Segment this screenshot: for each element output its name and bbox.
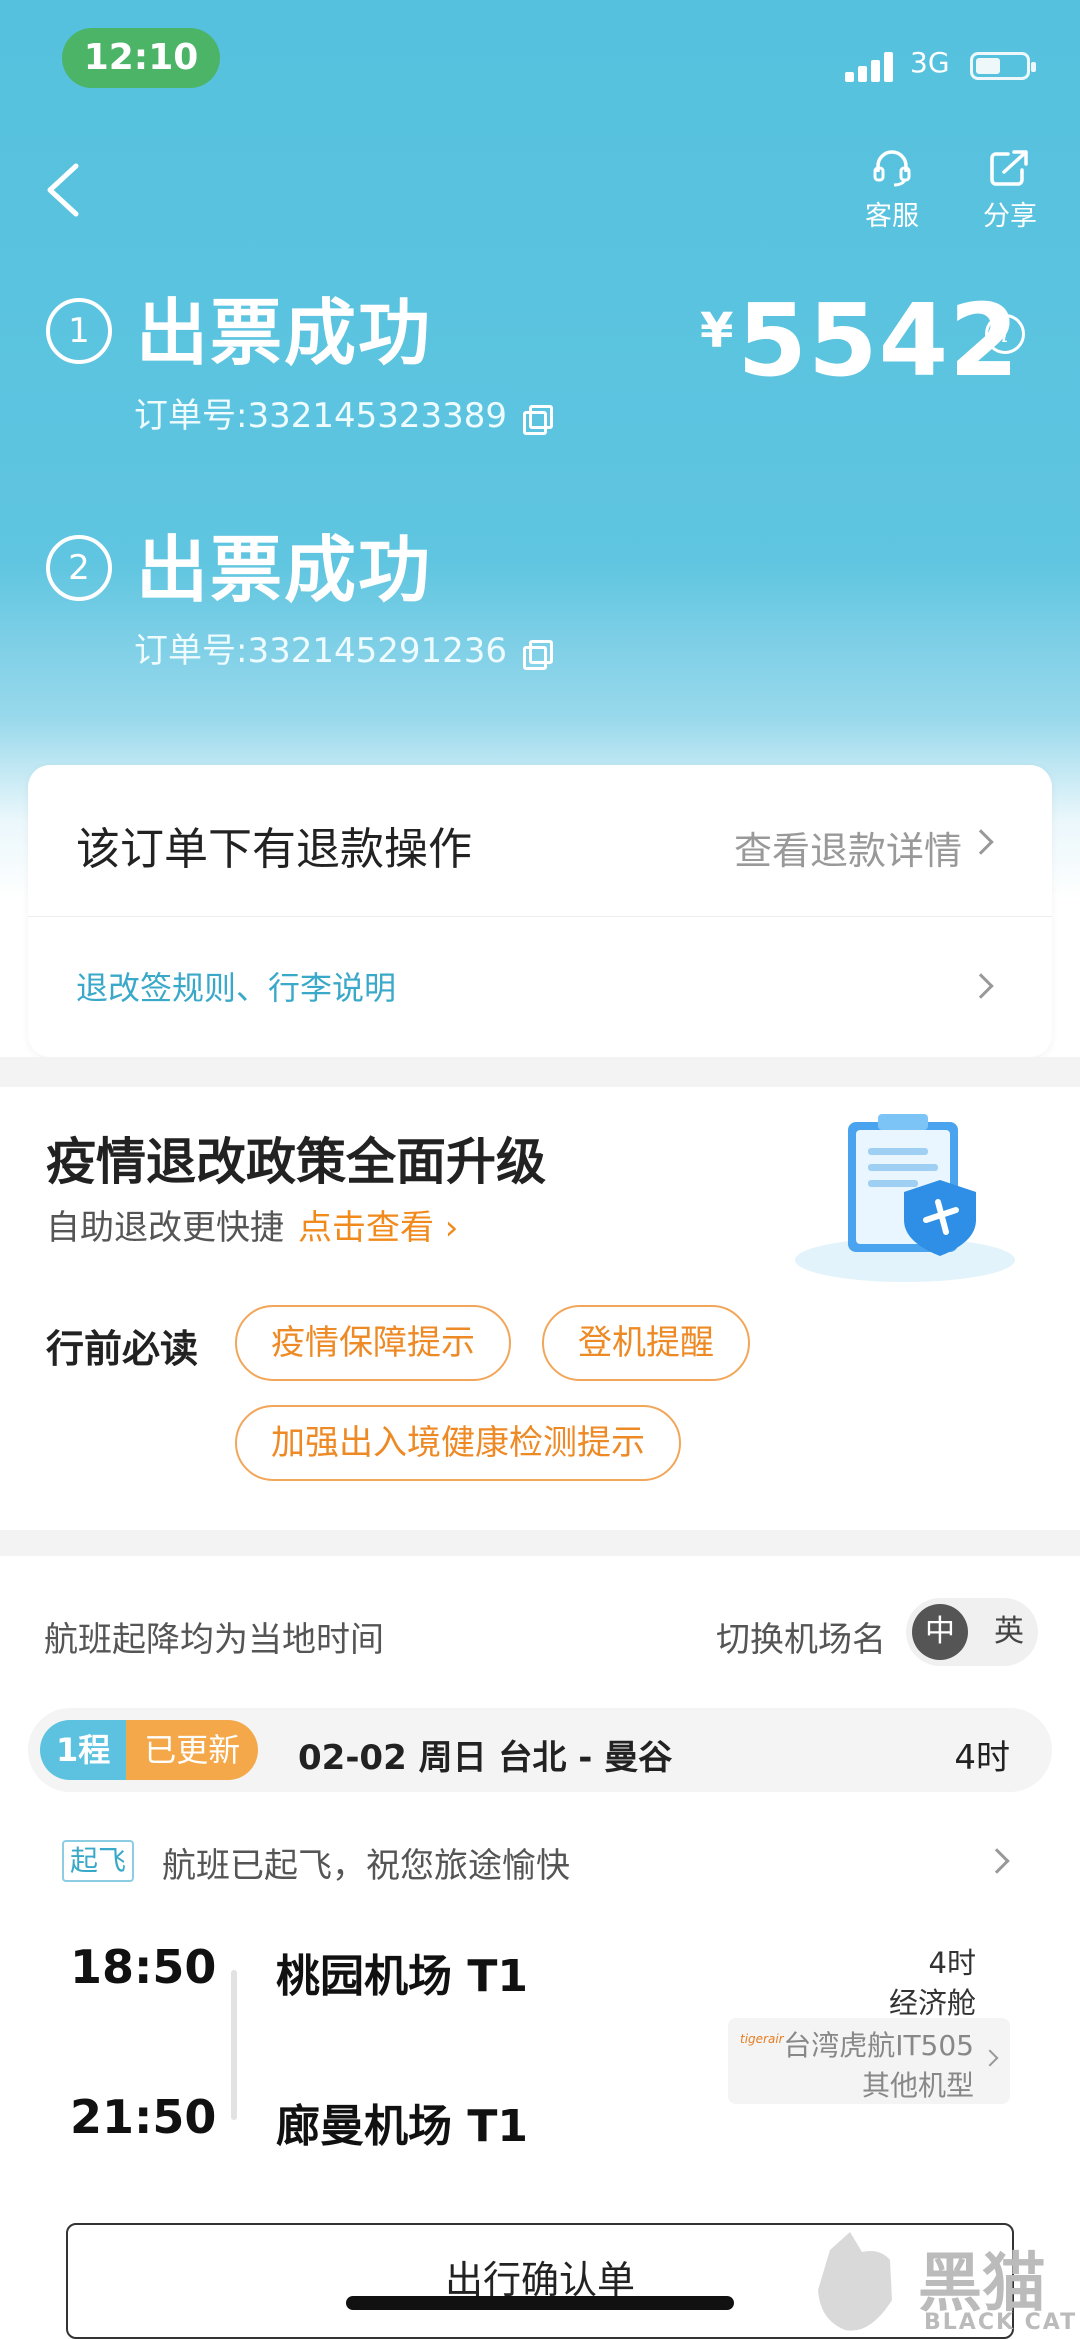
back-icon[interactable] xyxy=(40,160,90,220)
order-number-1[interactable]: 订单号:332145323389 xyxy=(134,388,554,437)
share-icon xyxy=(990,150,1028,186)
switch-airport-label: 切换机场名 xyxy=(716,1620,886,1660)
order-number-2[interactable]: 订单号:332145291236 xyxy=(134,623,554,672)
departure-time: 18:50 xyxy=(70,1940,217,1994)
updated-badge: 已更新 xyxy=(126,1720,259,1780)
price-amount: 5542 xyxy=(737,282,1020,399)
carrier-name: 台湾虎航IT505 xyxy=(783,2029,974,2062)
status-time: 12:10 xyxy=(62,28,220,88)
flight-duration: 4时 xyxy=(928,1946,976,1980)
customer-service-label: 客服 xyxy=(865,201,919,232)
departure-airport: 桃园机场 T1 xyxy=(276,1951,528,2002)
divider xyxy=(0,1057,1080,1087)
chevron-right-icon xyxy=(968,829,994,855)
timeline xyxy=(231,1970,237,2120)
policy-subtitle: 自助退改更快捷 xyxy=(46,1208,284,1248)
battery-icon xyxy=(970,52,1036,80)
order-status-1: 出票成功 xyxy=(136,291,433,375)
order-index-1: 1 xyxy=(46,298,112,364)
rules-link[interactable]: 退改签规则、行李说明 xyxy=(76,963,396,1009)
customer-service-button[interactable]: 客服 xyxy=(852,148,932,233)
refund-title: 该订单下有退款操作 xyxy=(76,824,472,875)
trip-info: 02-02 周日 台北 - 曼谷 xyxy=(298,1738,673,1778)
language-toggle[interactable]: 中 英 xyxy=(906,1598,1038,1666)
order-index-2: 2 xyxy=(46,535,112,601)
trip-segment-badge: 1程 已更新 xyxy=(40,1720,259,1780)
watermark-en: BLACK CAT xyxy=(924,2310,1078,2335)
carrier-info[interactable]: tigerair 台湾虎航IT505 其他机型 xyxy=(728,2018,1010,2104)
trip-duration: 4时 xyxy=(954,1738,1010,1778)
policy-title: 疫情退改政策全面升级 xyxy=(46,1133,546,1191)
order-status-2: 出票成功 xyxy=(136,528,433,612)
chevron-right-icon xyxy=(968,973,994,999)
health-check-pill[interactable]: 加强出入境健康检测提示 xyxy=(235,1405,681,1481)
refund-detail-link[interactable]: 查看退款详情 xyxy=(734,820,962,875)
copy-icon[interactable] xyxy=(523,404,554,435)
share-button[interactable]: 分享 xyxy=(970,148,1050,233)
departed-tag: 起飞 xyxy=(62,1840,135,1882)
refund-card: 该订单下有退款操作 查看退款详情 退改签规则、行李说明 xyxy=(28,765,1052,1057)
share-label: 分享 xyxy=(983,201,1037,232)
cabin-class: 经济舱 xyxy=(888,1986,976,2020)
trip-segment-label: 1程 xyxy=(40,1720,127,1780)
chevron-right-icon[interactable] xyxy=(984,1848,1010,1874)
headset-icon xyxy=(873,150,911,187)
lang-chinese-option[interactable]: 中 xyxy=(912,1604,968,1660)
home-indicator xyxy=(346,2296,734,2310)
must-read-label: 行前必读 xyxy=(46,1327,199,1371)
lang-english-option[interactable]: 英 xyxy=(984,1604,1034,1660)
copy-icon[interactable] xyxy=(523,639,554,670)
order-number-text-1: 订单号:332145323389 xyxy=(134,396,508,436)
epidemic-guarantee-pill[interactable]: 疫情保障提示 xyxy=(235,1305,511,1381)
price-currency: ¥ xyxy=(700,303,734,359)
local-time-note: 航班起降均为当地时间 xyxy=(44,1620,384,1660)
divider xyxy=(0,1530,1080,1556)
order-number-text-2: 订单号:332145291236 xyxy=(134,631,508,671)
policy-view-link[interactable]: 点击查看 › xyxy=(298,1208,458,1248)
refund-row[interactable]: 该订单下有退款操作 查看退款详情 xyxy=(28,765,1052,917)
policy-illustration-icon xyxy=(795,1114,1015,1282)
arrival-airport: 廊曼机场 T1 xyxy=(276,2101,528,2152)
arrival-time: 21:50 xyxy=(70,2090,217,2144)
aircraft-type: 其他机型 xyxy=(861,2069,974,2102)
network-type: 3G xyxy=(910,46,950,79)
signal-icon xyxy=(845,50,897,82)
policy-subtitle-row: 自助退改更快捷 点击查看 › xyxy=(46,1200,458,1249)
chevron-right-icon xyxy=(981,2049,999,2067)
info-icon[interactable]: i xyxy=(985,314,1025,354)
carrier-logo-icon: tigerair xyxy=(740,2032,784,2046)
boarding-reminder-pill[interactable]: 登机提醒 xyxy=(542,1305,750,1381)
trip-bar: 1程 已更新 02-02 周日 台北 - 曼谷 4时 xyxy=(28,1708,1052,1792)
flight-status-text[interactable]: 航班已起飞，祝您旅途愉快 xyxy=(162,1838,570,1887)
total-price: ¥5542 xyxy=(700,282,1020,399)
